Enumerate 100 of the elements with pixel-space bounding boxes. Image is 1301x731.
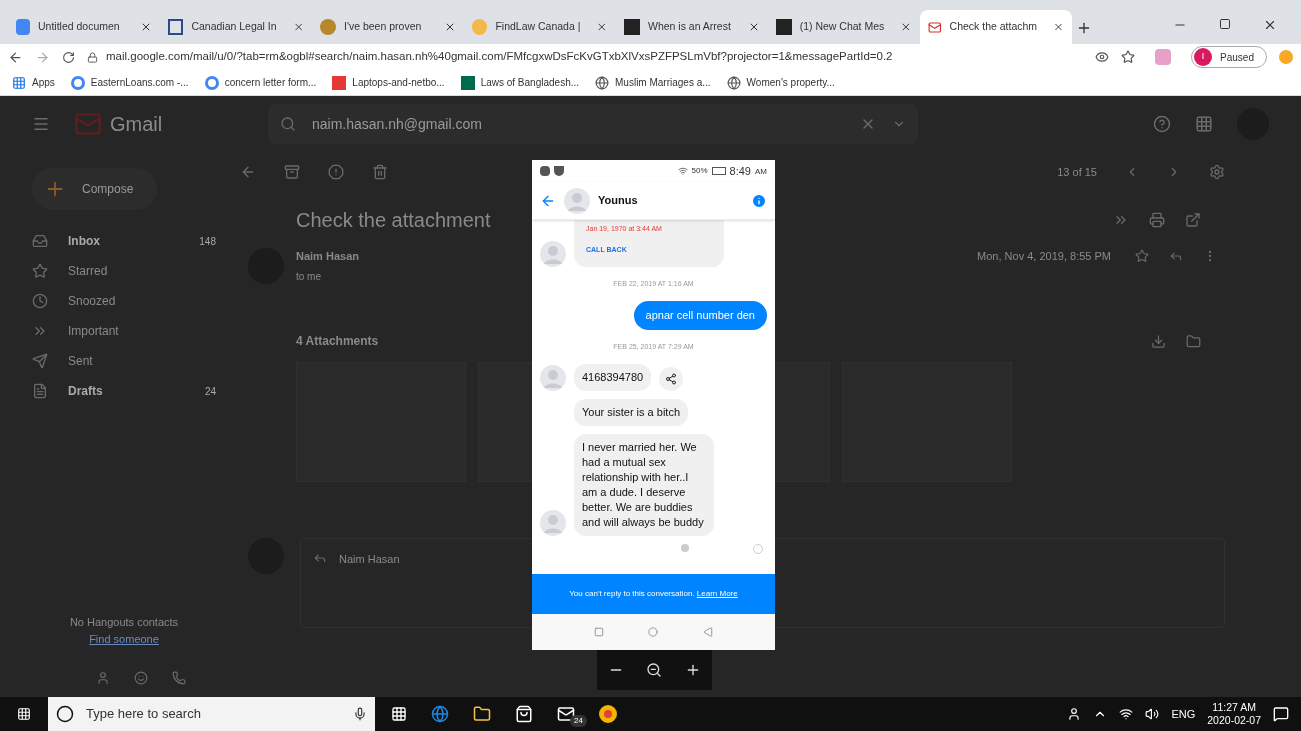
extension-icon[interactable] [1155,49,1172,65]
avatar-icon [540,510,566,536]
emoji-icon[interactable] [134,671,148,685]
back-icon[interactable] [8,49,23,65]
folder-icon[interactable] [473,705,491,723]
search-field[interactable]: naim.hasan.nh@gmail.com [268,104,918,144]
download-icon[interactable] [1151,333,1166,349]
chrome-icon[interactable] [599,705,617,723]
forward-icon[interactable] [35,49,50,65]
settings-icon[interactable] [1209,164,1225,180]
bookmark[interactable]: Apps [12,75,55,90]
bookmark[interactable]: EasternLoans.com -... [70,75,189,90]
info-icon[interactable] [751,192,767,209]
bookmark[interactable]: concern letter form... [204,75,317,90]
phone-icon[interactable] [172,671,186,685]
browser-tab[interactable]: Untitled documen [8,10,160,44]
eye-icon[interactable] [1095,50,1110,64]
outgoing-message: apnar cell number den [633,301,767,330]
avatar-icon [540,365,566,391]
task-view-icon[interactable] [391,706,407,722]
close-icon[interactable] [748,21,760,33]
microphone-icon[interactable] [353,707,367,721]
browser-tab[interactable]: Canadian Legal In [160,10,312,44]
wifi-icon[interactable] [1119,707,1134,721]
taskbar-search-field[interactable]: Type here to search [48,697,375,731]
maximize-icon[interactable] [1219,18,1231,30]
search-value: naim.hasan.nh@gmail.com [312,114,482,134]
send-icon [32,353,48,369]
spam-icon[interactable] [328,164,344,180]
browser-tab[interactable]: When is an Arrest [616,10,768,44]
bookmark[interactable]: Muslim Marriages a... [595,75,711,90]
menu-icon[interactable] [32,115,50,133]
nav-item[interactable]: Sent [32,346,240,376]
email-date: Mon, Nov 4, 2019, 8:55 PM [977,249,1111,264]
shield-icon [554,166,564,176]
document-icon [16,19,30,35]
trash-icon[interactable] [372,164,388,180]
close-icon[interactable] [900,21,912,33]
clock-icon [32,293,48,309]
bookmark-star-icon[interactable] [1121,50,1136,64]
close-icon[interactable] [596,21,608,33]
archive-icon[interactable] [284,164,300,180]
tab-title: Check the attachm [949,19,1038,35]
compose-button[interactable]: Compose [32,168,157,210]
address-bar[interactable]: mail.google.com/mail/u/0/?tab=rm&ogbl#search/naim.hasan.nh%40gmail.com/FMfcgxwDsFcKvGTxbXlVxsPZFPSLmVbf?projector=1&messagePartId=0.2 [87,48,1084,66]
globe-icon [595,75,610,90]
person-icon[interactable] [96,671,110,685]
battery-text: 50% [691,165,708,177]
status-time: 8:49 [729,163,751,179]
new-window-icon[interactable] [1185,212,1201,228]
recents-icon[interactable] [594,627,605,637]
language-indicator[interactable]: ENG [1171,705,1196,723]
status-ampm: AM [755,166,767,178]
tab-title: When is an Arrest [648,19,731,35]
browser-tab[interactable]: FindLaw Canada | [464,10,616,44]
pager-text: 13 of 15 [1057,164,1097,180]
people-icon[interactable] [1067,707,1082,721]
apps-icon [12,75,26,90]
profile-status: Paused [1220,50,1254,65]
bookmark[interactable]: Women's property... [726,75,835,90]
find-someone-link[interactable]: Find someone [89,630,159,647]
nav-item[interactable]: Snoozed [32,286,240,316]
learn-more-link[interactable]: Learn More [696,589,738,598]
home-icon[interactable] [648,627,659,637]
store-icon[interactable] [515,705,533,723]
square-icon [332,75,347,90]
browser-tab[interactable]: (1) New Chat Mes [768,10,920,44]
close-icon[interactable] [140,21,152,33]
notifications-icon[interactable] [1273,706,1289,722]
mail-app-icon[interactable] [557,705,575,723]
search-icon [280,116,296,132]
help-icon[interactable] [1153,115,1171,133]
battery-icon [711,167,726,175]
close-icon[interactable] [444,21,456,33]
close-window-icon[interactable] [1263,18,1277,32]
volume-icon[interactable] [1145,707,1160,721]
tab-title: Untitled documen [38,19,120,35]
zoom-reset-icon[interactable] [646,662,663,678]
tab-title: I've been proven [344,19,422,35]
reload-icon[interactable] [62,50,75,64]
new-tab-icon[interactable] [1076,20,1092,36]
browser-tab[interactable]: Check the attachm [920,10,1072,44]
nav-item[interactable]: Inbox 148 [32,226,240,256]
gmail-logo-text: Gmail [110,112,163,137]
search-placeholder: Type here to search [86,705,202,724]
file-icon [32,383,48,399]
update-icon[interactable] [1279,50,1293,64]
browser-tab[interactable]: I've been proven [312,10,464,44]
attachments-heading: 4 Attachments [296,333,379,350]
nav-item[interactable]: Drafts 24 [32,376,240,406]
bookmark[interactable]: Laptops-and-netbo... [332,75,445,90]
profile-avatar: I [1194,48,1213,66]
incoming-message: 4168394780 [574,364,652,391]
nav-item[interactable]: Starred [32,256,240,286]
print-icon[interactable] [1149,212,1165,228]
clock[interactable]: 11:27 AM 2020-02-07 [1207,701,1261,727]
apps-grid-icon[interactable] [1195,115,1213,133]
nav-item[interactable]: Important [32,316,240,346]
star-icon[interactable] [1135,249,1149,264]
bookmark[interactable]: Laws of Bangladesh... [460,75,580,90]
